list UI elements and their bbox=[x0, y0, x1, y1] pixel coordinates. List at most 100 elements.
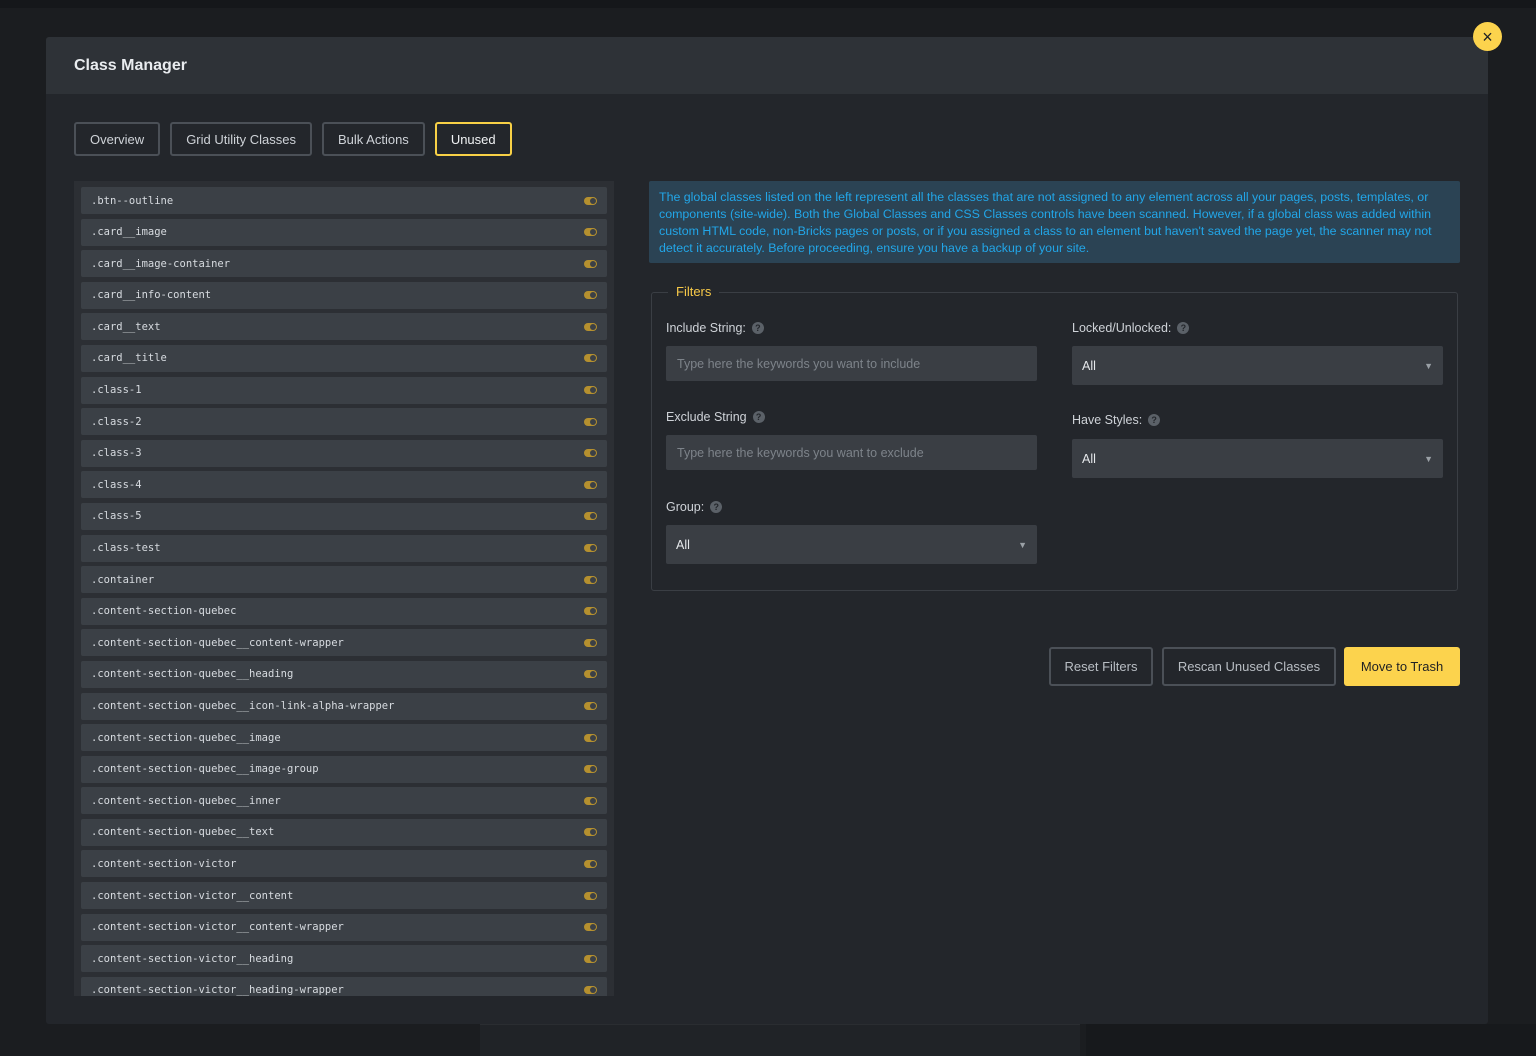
exclude-string-label-text: Exclude String bbox=[666, 410, 747, 424]
class-list-item[interactable]: .class-4 bbox=[81, 471, 607, 499]
help-icon[interactable]: ? bbox=[752, 411, 765, 423]
class-list-item[interactable]: .class-5 bbox=[81, 502, 607, 530]
tab-overview[interactable]: Overview bbox=[74, 122, 161, 156]
group-select[interactable]: All ▼ bbox=[666, 525, 1037, 564]
class-name: .class-test bbox=[91, 542, 161, 555]
exclude-string-input[interactable] bbox=[666, 435, 1037, 470]
class-name: .container bbox=[91, 573, 155, 586]
include-string-label-text: Include String: bbox=[666, 321, 746, 335]
class-list-item[interactable]: .content-section-quebec__heading bbox=[81, 660, 607, 688]
toggle-icon[interactable] bbox=[584, 291, 597, 300]
class-name: .class-2 bbox=[91, 415, 142, 428]
toggle-icon[interactable] bbox=[584, 386, 597, 395]
toggle-icon[interactable] bbox=[584, 670, 597, 679]
toggle-icon[interactable] bbox=[584, 512, 597, 521]
toggle-icon[interactable] bbox=[584, 828, 597, 837]
toggle-icon[interactable] bbox=[584, 449, 597, 458]
scan-notice: The global classes listed on the left re… bbox=[649, 181, 1460, 263]
class-name: .content-section-quebec__icon-link-alpha… bbox=[91, 700, 395, 712]
toggle-icon[interactable] bbox=[584, 891, 597, 900]
toggle-icon[interactable] bbox=[584, 196, 597, 205]
class-name: .card__image-container bbox=[91, 257, 231, 270]
toggle-icon[interactable] bbox=[584, 354, 597, 363]
group-label-text: Group: bbox=[666, 500, 705, 514]
tab-unused[interactable]: Unused bbox=[434, 122, 512, 156]
class-list-item[interactable]: .card__text bbox=[81, 313, 607, 341]
toggle-icon[interactable] bbox=[584, 765, 597, 774]
help-icon[interactable]: ? bbox=[1148, 414, 1161, 426]
class-list-item[interactable]: .class-1 bbox=[81, 376, 607, 404]
class-list-item[interactable]: .card__title bbox=[81, 344, 607, 372]
class-name: .content-section-quebec__heading bbox=[91, 668, 294, 681]
rescan-unused-classes-button[interactable]: Rescan Unused Classes bbox=[1162, 647, 1336, 686]
have-styles-label-text: Have Styles: bbox=[1072, 413, 1143, 427]
toggle-icon[interactable] bbox=[584, 228, 597, 237]
class-list-item[interactable]: .card__info-content bbox=[81, 281, 607, 309]
toggle-icon[interactable] bbox=[584, 417, 597, 426]
background-right-panel bbox=[1086, 1024, 1536, 1056]
chevron-down-icon: ▼ bbox=[1018, 539, 1027, 550]
locked-unlocked-select[interactable]: All ▼ bbox=[1072, 346, 1443, 385]
have-styles-select[interactable]: All ▼ bbox=[1072, 439, 1443, 478]
class-list-item[interactable]: .container bbox=[81, 566, 607, 594]
toggle-icon[interactable] bbox=[584, 259, 597, 268]
class-name: .content-section-victor__heading-wrapper bbox=[91, 984, 344, 996]
class-list-item[interactable]: .content-section-victor__content bbox=[81, 882, 607, 910]
toggle-icon[interactable] bbox=[584, 733, 597, 742]
class-list-item[interactable]: .card__image bbox=[81, 218, 607, 246]
class-name: .card__image bbox=[91, 226, 167, 239]
help-icon[interactable]: ? bbox=[1177, 322, 1190, 334]
class-name: .content-section-quebec__text bbox=[91, 826, 275, 839]
class-list-item[interactable]: .class-3 bbox=[81, 439, 607, 467]
class-name: .card__text bbox=[91, 320, 161, 333]
toggle-icon[interactable] bbox=[584, 575, 597, 584]
toggle-icon[interactable] bbox=[584, 544, 597, 553]
tab-bulk-actions[interactable]: Bulk Actions bbox=[321, 122, 425, 156]
class-list-item[interactable]: .class-test bbox=[81, 534, 607, 562]
class-list-item[interactable]: .card__image-container bbox=[81, 250, 607, 278]
class-name: .content-section-victor__heading bbox=[91, 952, 294, 965]
toggle-icon[interactable] bbox=[584, 607, 597, 616]
close-icon[interactable]: × bbox=[1473, 22, 1502, 51]
reset-filters-button[interactable]: Reset Filters bbox=[1049, 647, 1153, 686]
class-list-item[interactable]: .content-section-quebec__icon-link-alpha… bbox=[81, 692, 607, 720]
class-list-item[interactable]: .content-section-victor bbox=[81, 850, 607, 878]
class-list-item[interactable]: .content-section-quebec__image bbox=[81, 724, 607, 752]
toggle-icon[interactable] bbox=[584, 954, 597, 963]
styles-select-value: All bbox=[1082, 451, 1096, 466]
help-icon[interactable]: ? bbox=[751, 322, 764, 334]
toggle-icon[interactable] bbox=[584, 480, 597, 489]
class-name: .content-section-quebec__image-group bbox=[91, 763, 319, 776]
toggle-icon[interactable] bbox=[584, 322, 597, 331]
class-list-item[interactable]: .class-2 bbox=[81, 408, 607, 436]
class-list-item[interactable]: .content-section-quebec__image-group bbox=[81, 755, 607, 783]
toggle-icon[interactable] bbox=[584, 986, 597, 995]
class-list-item[interactable]: .content-section-victor__heading-wrapper bbox=[81, 976, 607, 996]
toggle-icon[interactable] bbox=[584, 702, 597, 710]
class-list-item[interactable]: .content-section-victor__heading bbox=[81, 945, 607, 973]
class-list-item[interactable]: .content-section-quebec__content-wrapper bbox=[81, 629, 607, 657]
toggle-icon[interactable] bbox=[584, 796, 597, 805]
class-name: .class-3 bbox=[91, 447, 142, 460]
toggle-icon[interactable] bbox=[584, 859, 597, 868]
toggle-icon[interactable] bbox=[584, 923, 597, 932]
modal-title: Class Manager bbox=[74, 56, 187, 74]
toggle-icon[interactable] bbox=[584, 638, 597, 647]
class-list-item[interactable]: .btn--outline bbox=[81, 187, 607, 214]
chevron-down-icon: ▼ bbox=[1424, 453, 1433, 464]
unused-class-list[interactable]: .btn--outline .card__image .card__image-co… bbox=[74, 181, 614, 996]
class-name: .class-5 bbox=[91, 510, 142, 523]
tab-grid-utility-classes[interactable]: Grid Utility Classes bbox=[170, 122, 312, 156]
help-icon[interactable]: ? bbox=[710, 501, 723, 513]
class-name: .class-1 bbox=[91, 384, 142, 397]
class-list-item[interactable]: .content-section-quebec__inner bbox=[81, 787, 607, 815]
class-name: .content-section-victor__content-wrapper bbox=[91, 921, 344, 934]
class-list-item[interactable]: .content-section-quebec bbox=[81, 597, 607, 625]
class-list-item[interactable]: .content-section-victor__content-wrapper bbox=[81, 913, 607, 941]
include-string-input[interactable] bbox=[666, 346, 1037, 381]
locked-unlocked-label: Locked/Unlocked: ? bbox=[1072, 321, 1190, 335]
move-to-trash-button[interactable]: Move to Trash bbox=[1344, 647, 1460, 686]
class-list-item[interactable]: .content-section-quebec__text bbox=[81, 818, 607, 846]
class-name: .content-section-quebec bbox=[91, 605, 237, 618]
group-label: Group: ? bbox=[666, 500, 723, 514]
